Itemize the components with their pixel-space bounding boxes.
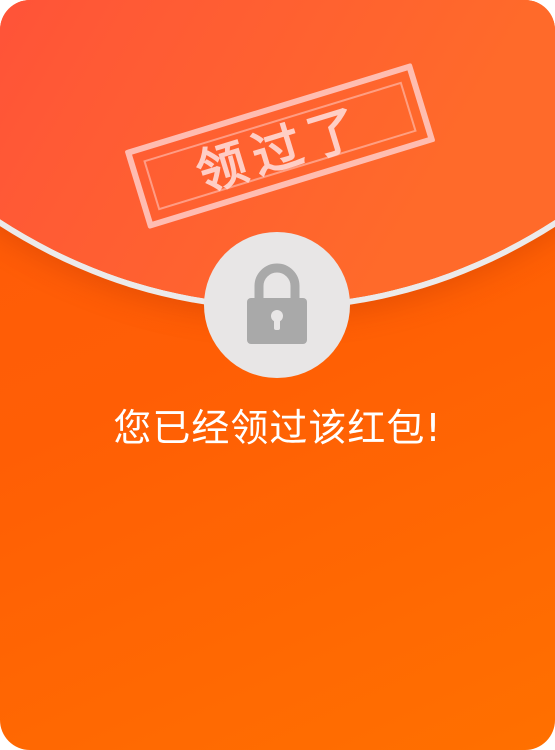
already-claimed-message: 您已经领过该红包! <box>113 406 442 450</box>
red-envelope-card: 领过了 您已经领过该红包! <box>0 0 555 750</box>
lock-icon <box>247 263 307 344</box>
lock-button <box>204 232 350 378</box>
